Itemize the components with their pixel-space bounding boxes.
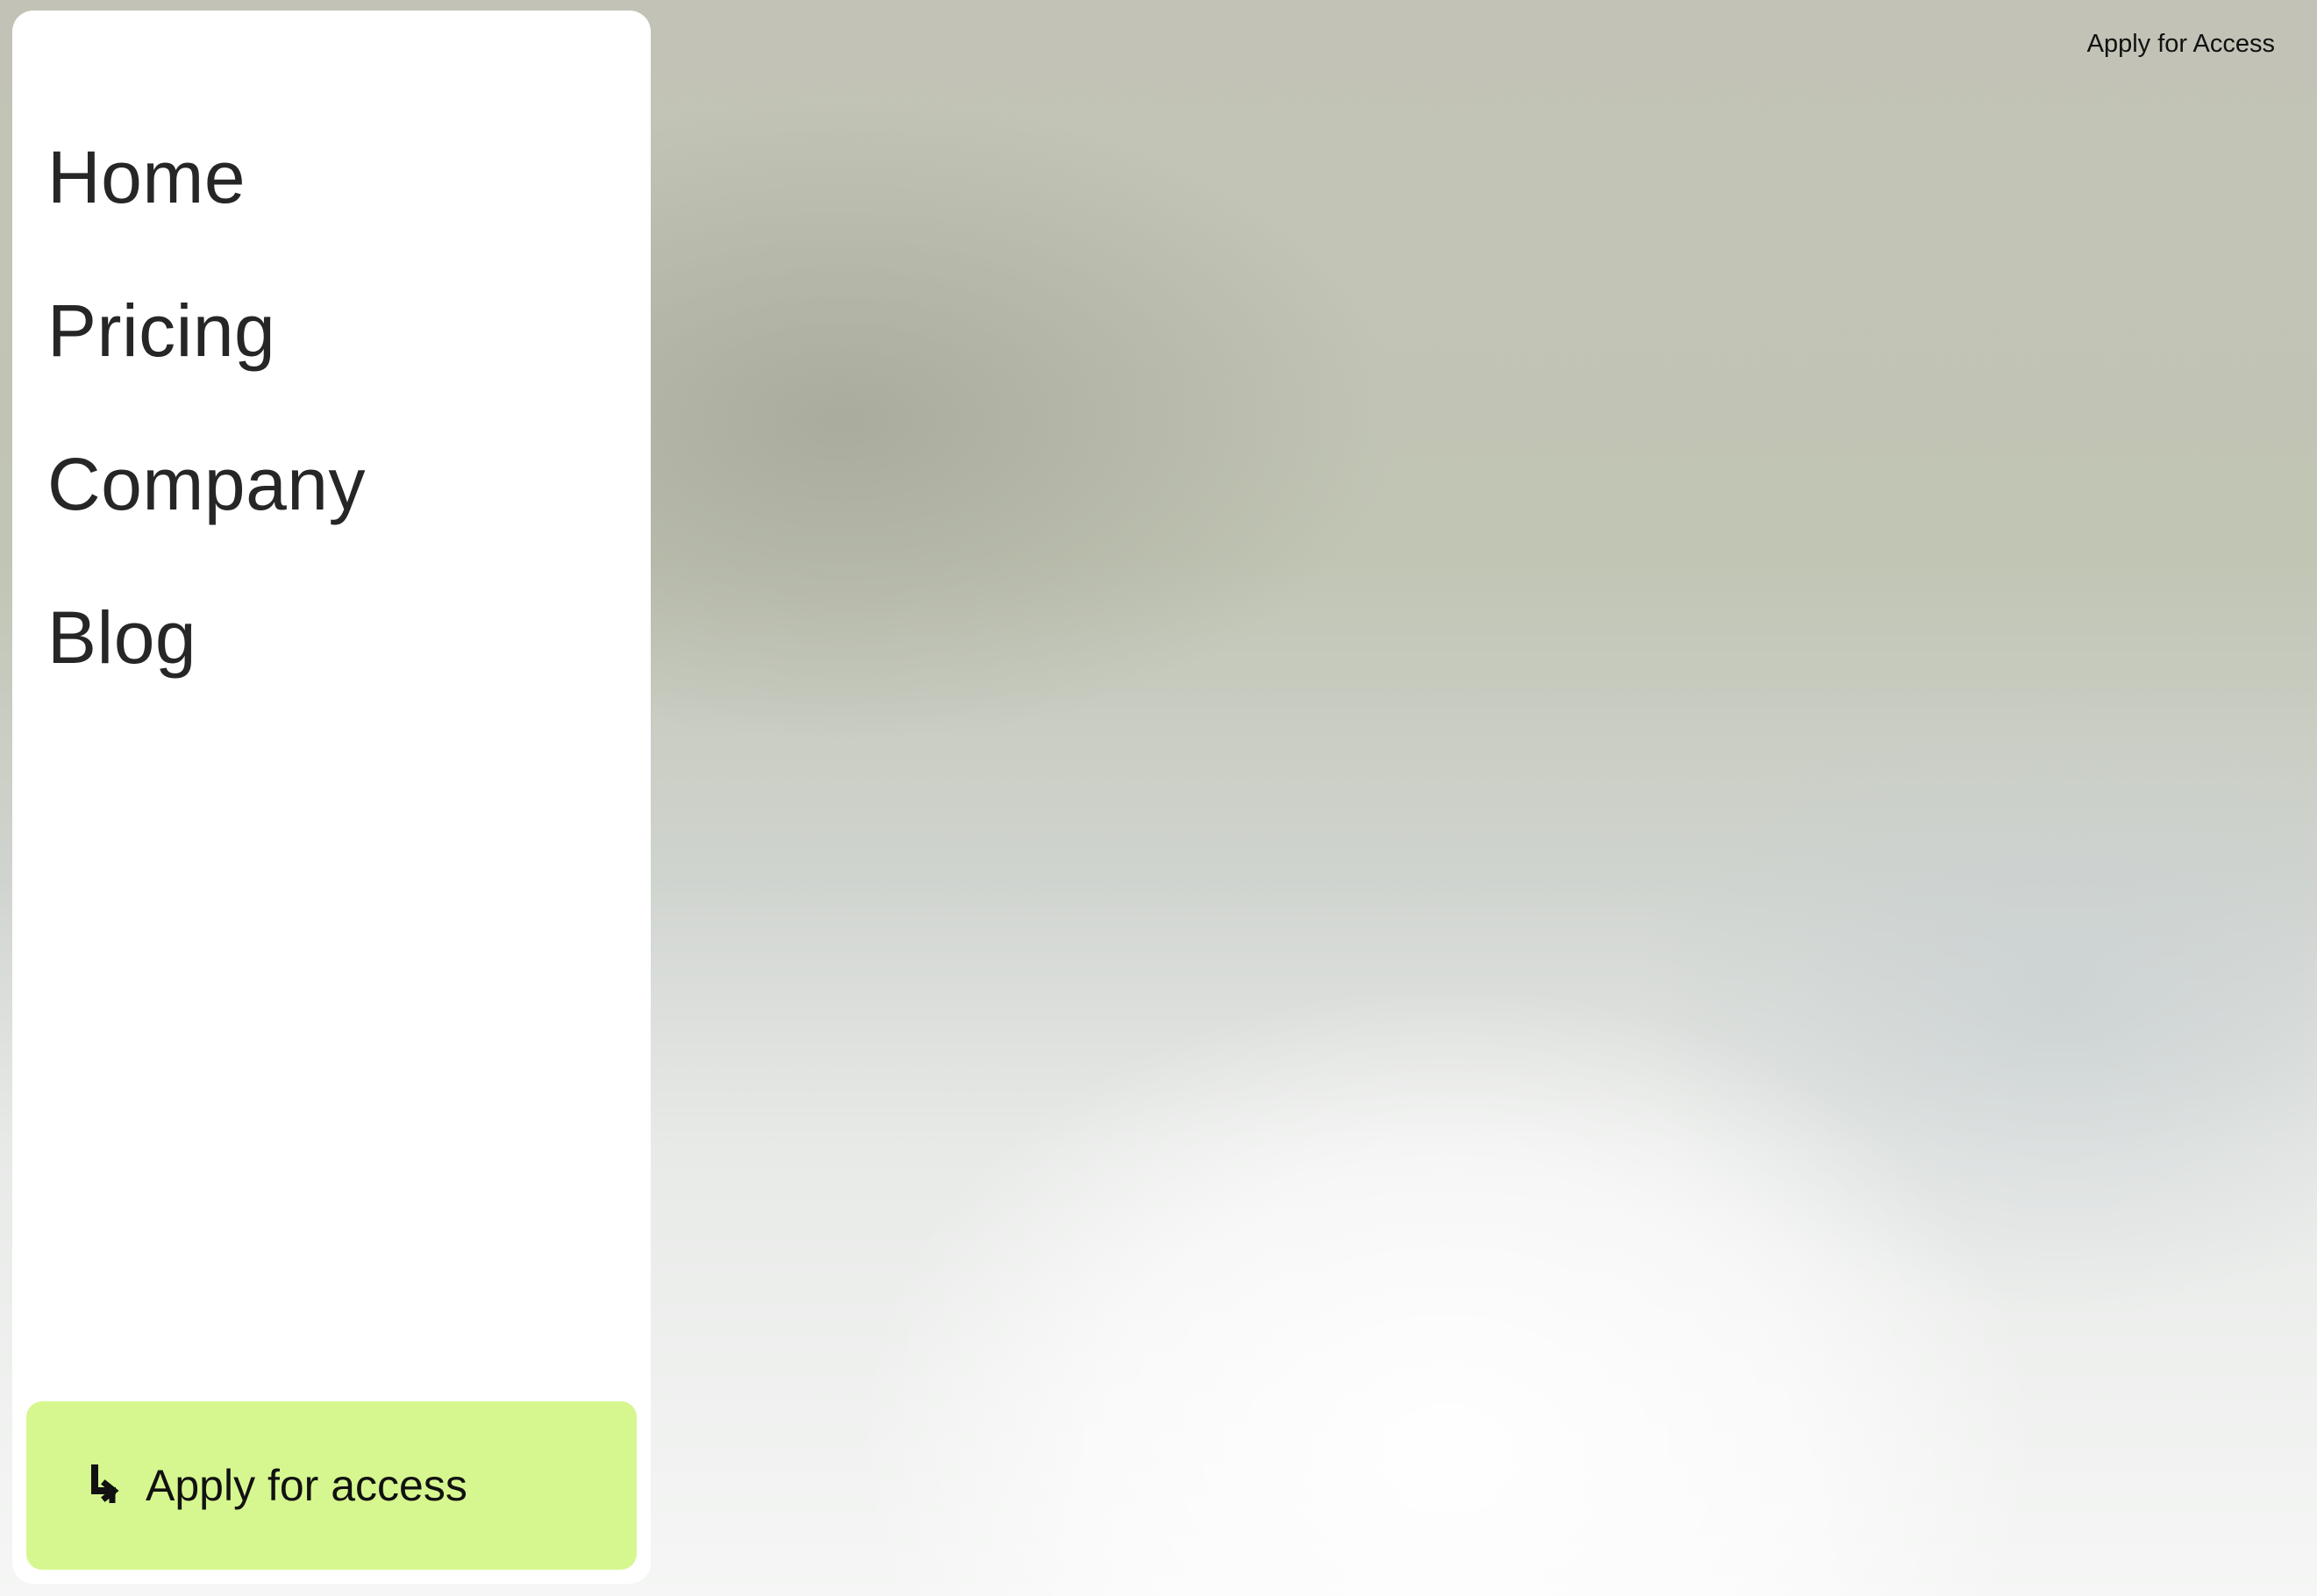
apply-for-access-label: Apply for access — [146, 1461, 467, 1510]
nav-menu-panel: Home Pricing Company Blog Apply for acce… — [12, 11, 651, 1584]
nav-item-pricing[interactable]: Pricing — [47, 294, 366, 367]
arrow-down-right-icon — [88, 1464, 123, 1507]
nav-list: Home Pricing Company Blog — [47, 140, 366, 754]
nav-item-blog[interactable]: Blog — [47, 601, 366, 674]
apply-for-access-button[interactable]: Apply for access — [26, 1401, 637, 1570]
nav-item-company[interactable]: Company — [47, 447, 366, 521]
apply-for-access-link[interactable]: Apply for Access — [2087, 30, 2275, 59]
nav-item-home[interactable]: Home — [47, 140, 366, 214]
